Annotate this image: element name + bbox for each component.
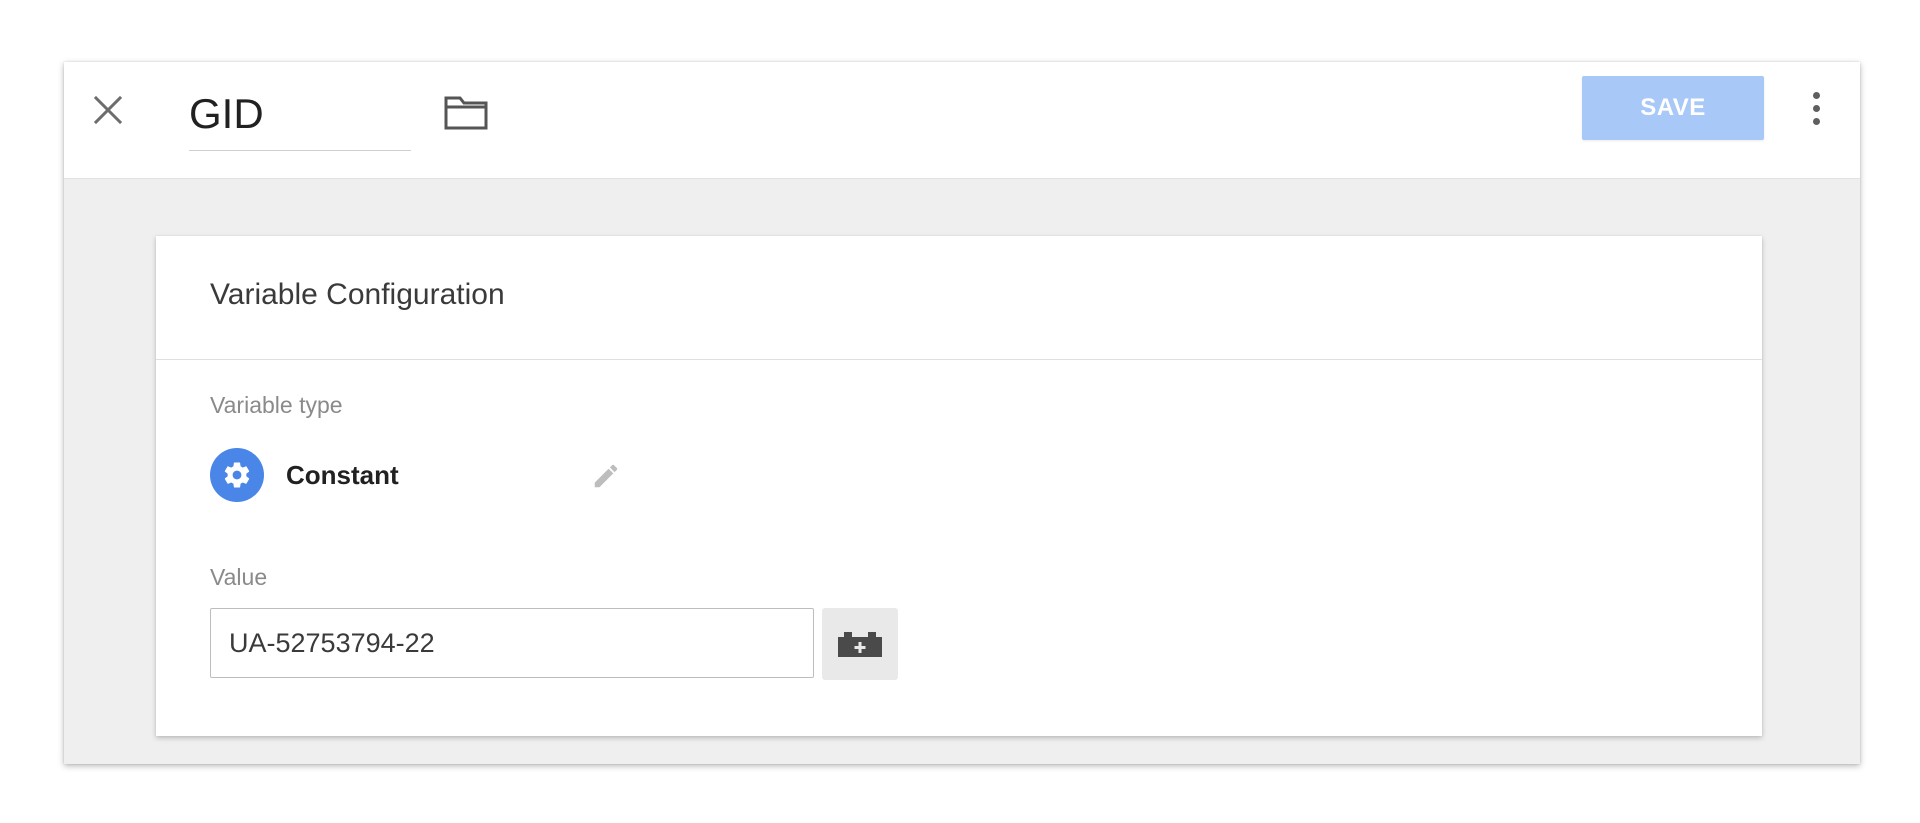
variable-name-field[interactable]: GID bbox=[189, 82, 411, 151]
insert-variable-button[interactable] bbox=[822, 608, 898, 680]
variable-configuration-card: Variable Configuration Variable type Con… bbox=[156, 236, 1762, 736]
editor-toolbar: GID SAVE bbox=[64, 62, 1860, 179]
value-label: Value bbox=[210, 564, 268, 590]
variable-type-label: Variable type bbox=[210, 392, 343, 418]
save-button[interactable]: SAVE bbox=[1582, 76, 1764, 140]
add-variable-block-icon bbox=[838, 632, 882, 657]
close-icon bbox=[93, 95, 123, 125]
value-input[interactable] bbox=[210, 608, 814, 678]
variable-type-name: Constant bbox=[286, 460, 399, 490]
close-button[interactable] bbox=[84, 86, 132, 134]
more-vert-icon bbox=[1812, 91, 1820, 125]
more-options-button[interactable] bbox=[1804, 84, 1828, 132]
edit-variable-type-button[interactable] bbox=[588, 458, 624, 494]
card-title: Variable Configuration bbox=[210, 278, 505, 311]
gear-icon bbox=[224, 462, 250, 488]
folder-icon bbox=[444, 96, 488, 130]
pencil-icon bbox=[594, 464, 618, 488]
card-header: Variable Configuration bbox=[156, 236, 1762, 360]
variable-editor-panel: GID SAVE Variable Configuration Variable… bbox=[64, 62, 1860, 764]
variable-type-badge[interactable] bbox=[210, 448, 264, 502]
variable-name-text[interactable]: GID bbox=[189, 90, 264, 138]
folder-button[interactable] bbox=[438, 86, 494, 138]
